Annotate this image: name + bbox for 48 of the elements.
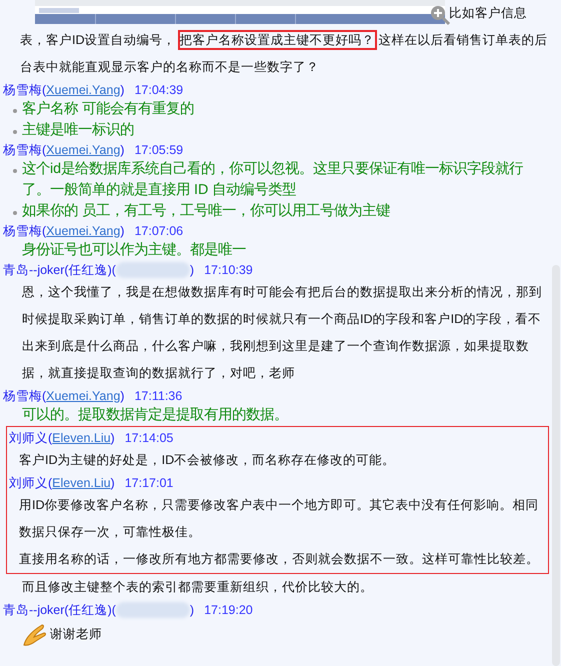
sender-name-close: ) (120, 82, 124, 99)
sender-name-close: ) (120, 388, 124, 405)
hands-icon (22, 622, 48, 646)
sender-name-close: ) (110, 475, 115, 492)
sender-name-close: ) (120, 223, 124, 240)
sender-name-close: ) (190, 262, 194, 279)
sender-name: 刘师义( (9, 475, 52, 492)
message-text: 直接用名称的话，一修改所有地方都需要修改，否则就会数据不一致。这样可靠性比较差。 (18, 551, 540, 568)
message-text: 主键是唯一标识的 (22, 120, 134, 140)
sender-name-close: ) (110, 430, 115, 447)
bullet-icon (13, 211, 17, 215)
sender-name: 杨雪梅( (3, 82, 46, 99)
message-text: 而且修改主键整个表的索引都需要重新组织，代价比较大的。 (21, 579, 374, 596)
sender-name-close: ) (120, 142, 124, 159)
message-text: 谢谢老师 (49, 626, 102, 643)
sender-name: 青岛--joker(任红逸)( (3, 262, 116, 279)
message-text: 这个id是给数据库系统自己看的，你可以忽视。这里只要保证有唯一标识字段就行了。一般简单的就是直接用 ID 自动编号类型 (22, 160, 524, 200)
message-time: 17:14:05 (124, 430, 174, 447)
message-text: 如果你的 员工，有工号，工号唯一，你可以用工号做为主键 (22, 202, 390, 221)
sender-name: 杨雪梅( (3, 388, 46, 405)
message-time: 17:11:36 (134, 388, 182, 405)
message-time: 17:07:06 (134, 223, 184, 240)
message-text: 客户ID为主键的好处是，ID不会被修改，而名称存在修改的可能。 (18, 452, 396, 469)
sender-name-close: ) (190, 602, 194, 619)
message-text: 用ID你要修改客户名称，只需要修改客户表中一个地方即可。其它表中没有任何影响。相同数据只保存一次，可靠性极佳。 (18, 497, 540, 541)
bullet-icon (13, 169, 17, 173)
zoom-in-icon[interactable] (429, 4, 451, 26)
sender-link[interactable]: Xuemei.Yang (46, 81, 120, 99)
sender-name: 刘师义( (9, 430, 52, 447)
message-text: 身份证号也可以作为主键。都是唯一 (21, 240, 247, 260)
bullet-icon (13, 109, 17, 113)
sender-name: 杨雪梅( (3, 223, 46, 240)
message-text: 恩，这个我懂了，我是在想做数据库有时可能会有把后台的数据提取出来分析的情况，那到时候提取采购订单，销售订单的数据的时候就只有一个商品ID的字段和客户ID的字段，看不出来到底是什么商品，什么客户嘛，我刚想到这里是建了一个查询作数据源，如果提取数据，就直接提取查询的数据就行了，对吧，老师 (21, 284, 543, 382)
sender-link[interactable]: Eleven.Liu (52, 429, 111, 447)
sender-link[interactable]: Xuemei.Yang (46, 141, 120, 159)
message-text: 可以的。提取数据肯定是提取有用的数据。 (21, 406, 289, 425)
sender-link[interactable]: Xuemei.Yang (46, 387, 120, 405)
message-time: 17:17:01 (124, 475, 174, 492)
sender-link[interactable]: Eleven.Liu (52, 474, 111, 492)
message-time: 17:10:39 (204, 262, 253, 279)
sender-link[interactable]: Xuemei.Yang (46, 222, 120, 240)
sender-name: 杨雪梅( (3, 142, 46, 159)
sender-name: 青岛--joker(任红逸)( (3, 602, 116, 619)
message-time: 17:19:20 (204, 602, 253, 619)
message-time: 17:04:39 (134, 82, 184, 99)
message-text: 客户名称 可能会有有重复的 (22, 100, 194, 119)
message-time: 17:05:59 (134, 142, 184, 159)
bullet-icon (13, 130, 17, 134)
